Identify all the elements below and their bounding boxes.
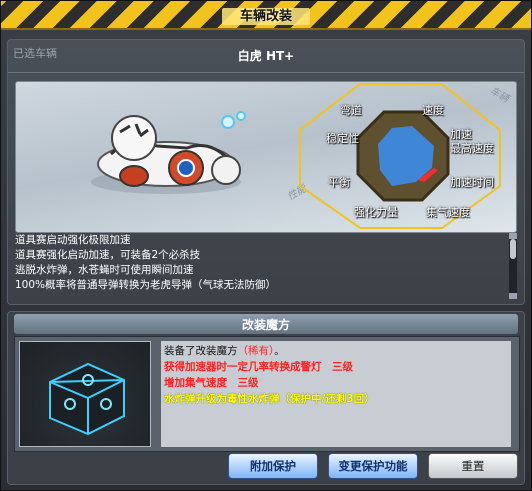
mod-rarity: （稀有） [237,345,275,357]
mod-rarity-end: 。 [274,345,285,357]
mod-effect-1: 获得加速器时一定几率转换成警灯 三级 [164,361,353,373]
add-protection-button[interactable]: 附加保护 [228,453,318,479]
reset-button[interactable]: 重置 [428,453,518,479]
stat-label-max-speed: 最高速度 [450,142,494,155]
white-tiger-kart-image [91,111,246,194]
mod-effect-3: 水炸弹升级为毒性水炸弹（保护中/还剩3回） [164,393,375,405]
mod-equipped-prefix: 装备了改装魔方 [164,345,238,357]
desc-line: 逃脱水炸弹，水苍蝇时可使用瞬间加速 [15,264,194,276]
title-bar[interactable]: 车辆改装 [1,1,531,30]
mod-header: 改装魔方 [14,314,518,334]
scroll-thumb[interactable] [510,239,516,259]
stat-label-gas-speed: 集气速度 [426,206,470,219]
mod-effect-2: 增加集气速度 三级 [164,377,259,389]
description-scrollbar[interactable] [509,233,517,299]
car-mod-window: 车辆改装 已选车辆 白虎 HT+ 车辆 性能 弯道 速度 加速 最高速度 稳定性… [0,0,532,491]
stat-label-balance: 平衡 [328,176,350,189]
mod-equipped-line: 装备了改装魔方（稀有）。 [164,343,285,358]
stat-label-curve: 弯道 [340,104,362,117]
desc-line: 道具赛启动强化极限加速 [15,234,131,246]
stat-label-stability: 稳定性 [326,132,359,145]
mod-cube-panel: 改装魔方 装备了改装魔方（稀有）。 获得加速器时一定几率转换成警灯 三级 增加集… [7,311,525,485]
change-protection-button[interactable]: 变更保护功能 [328,453,418,479]
car-preview: 车辆 性能 弯道 速度 加速 最高速度 稳定性 平衡 加速时间 强化力量 集气速… [15,81,517,233]
mod-title: 改装魔方 [241,318,290,332]
performance-stats: 弯道 速度 加速 最高速度 稳定性 平衡 加速时间 强化力量 集气速度 [294,82,514,230]
scroll-down-arrow[interactable] [509,293,517,299]
stats-octagon-chart [299,83,501,229]
selected-car-header: 已选车辆 白虎 HT+ [8,40,524,73]
window-title-text: 车辆改装 [221,8,310,25]
desc-line: 100%概率将普通导弹转换为老虎导弹（气球无法防御） [15,279,277,291]
window-title: 车辆改装 [1,5,531,25]
mod-cube-image [19,341,151,447]
car-description: 道具赛启动强化极限加速 道具赛强化启动加速，可装备2个必杀技 逃脱水炸弹，水苍蝇… [15,233,505,299]
mod-body: 装备了改装魔方（稀有）。 获得加速器时一定几率转换成警灯 三级 增加集气速度 三… [14,336,520,452]
mod-cube-icon [49,362,125,436]
stat-label-speed: 速度 [422,104,444,117]
desc-line: 道具赛强化启动加速，可装备2个必杀技 [15,249,201,261]
selected-car-panel: 已选车辆 白虎 HT+ 车辆 性能 弯道 速度 加速 最高速度 稳定性 平衡 加… [7,39,525,305]
stat-label-accel-time: 加速时间 [450,176,494,189]
stat-label-boost-power: 强化力量 [354,206,398,219]
mod-info: 装备了改装魔方（稀有）。 获得加速器时一定几率转换成警灯 三级 增加集气速度 三… [161,341,511,447]
car-name: 白虎 HT+ [237,49,295,63]
